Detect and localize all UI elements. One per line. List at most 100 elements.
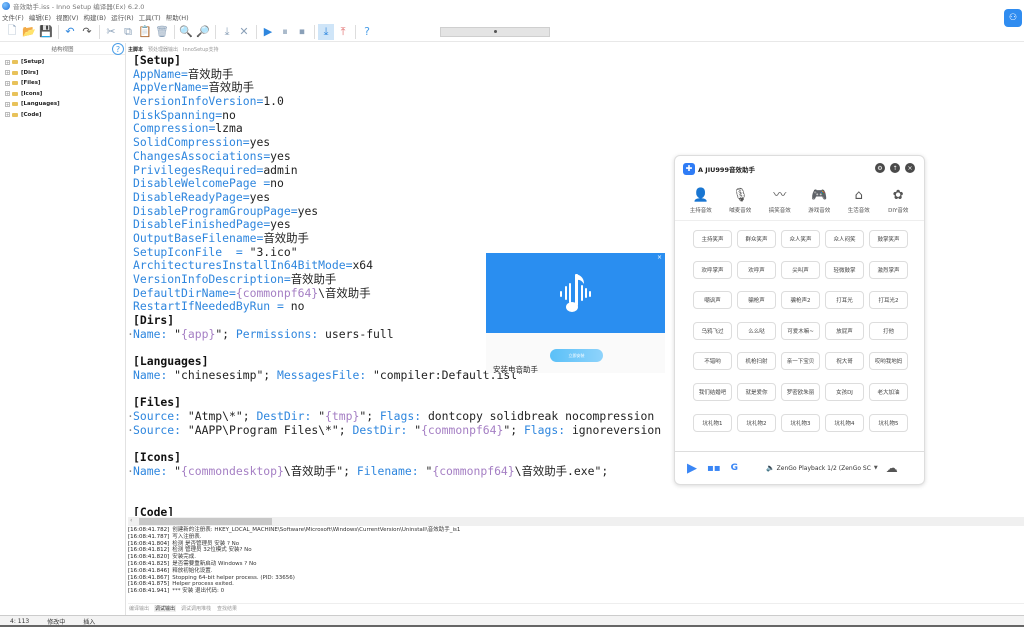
apps-grid-icon[interactable]: ▪▪ [707,463,721,474]
sound-effect-button[interactable]: 欢呼掌声 [693,260,732,279]
code-line[interactable]: VersionInfoVersion=1.0 [128,94,1024,109]
sound-effect-button[interactable]: 祝大哥 [825,352,864,371]
paste-button[interactable]: 📋 [137,24,153,40]
delete-button[interactable]: 🗑 [154,24,170,40]
tab-compile-output[interactable]: 编译输出 [128,605,150,612]
menu-file[interactable]: 文件(F) [2,12,24,22]
tree-item-languages[interactable]: + [Languages] [0,99,125,110]
sound-effect-button[interactable]: 打耳光2 [869,291,908,310]
sound-effect-button[interactable]: 我们结婚吧 [693,382,732,401]
sound-effect-button[interactable]: 坑礼物1 [693,413,732,432]
replace-button[interactable]: 🔎 [195,24,211,40]
cloud-icon[interactable]: ☁ [886,461,898,475]
tab-debug-output[interactable]: 调试输出 [154,605,177,612]
sound-effect-button[interactable]: 哎哟我地妈 [869,352,908,371]
stop-button[interactable]: ⏹ [294,24,310,40]
sound-effect-button[interactable]: 么么哒 [737,321,776,340]
sound-effect-button[interactable]: 坑礼物2 [737,413,776,432]
target-upload-button[interactable]: ⤒ [335,24,351,40]
help-button[interactable]: ? [359,24,375,40]
install-now-button[interactable]: 立即安装 [550,349,603,362]
code-line[interactable]: Compression=lzma [128,122,1024,136]
category-tab[interactable]: 🎙 喊麦音效 [722,187,758,220]
open-file-button[interactable]: 📂 [21,24,37,40]
sound-effect-button[interactable]: 就是爱你 [737,382,776,401]
sound-effect-button[interactable]: 坑礼物3 [781,413,820,432]
code-line[interactable]: AppName=音效助手 [128,67,1024,82]
expand-icon[interactable]: + [5,80,10,86]
expand-icon[interactable]: + [5,112,10,118]
sound-effect-button[interactable]: 骗枪声 [737,291,776,310]
code-line[interactable]: [Code] [128,505,1024,516]
category-tab[interactable]: 〰搞笑音效 [762,187,798,220]
tab-debug-callstack[interactable]: 调试调用堆栈 [180,605,212,612]
editor-horizontal-scrollbar[interactable]: ‹ [128,517,1024,526]
menu-build[interactable]: 构建(B) [84,12,107,22]
undo-button[interactable]: ↶ [62,24,78,40]
play-icon[interactable]: ▶ [687,461,697,476]
tab-innosetup-support[interactable]: InnoSetup支持 [183,46,218,53]
sound-effect-button[interactable]: 嘲讽声 [693,291,732,310]
expand-icon[interactable]: + [5,59,10,65]
sound-effect-button[interactable]: 女孩DJ [825,382,864,401]
category-tab[interactable]: 👤 主持音效 [683,187,719,220]
category-tab[interactable]: ✿ DIY音效 [880,187,916,220]
sound-effect-button[interactable]: 坑礼物4 [825,413,864,432]
scroll-left-arrow-icon[interactable]: ‹ [130,517,132,524]
tree-item-code[interactable]: + [Code] [0,110,125,121]
sound-effect-button[interactable]: 放屁声 [825,321,864,340]
tray-app-icon[interactable]: ⚇ [1004,9,1022,27]
tree-item-files[interactable]: + [Files] [0,78,125,89]
sound-effect-button[interactable]: 亲一下宝贝 [781,352,820,371]
help-icon[interactable]: ? [112,43,124,55]
find-button[interactable]: 🔍 [178,24,194,40]
tree-item-setup[interactable]: + [Setup] [0,57,125,68]
sound-effect-button[interactable]: 众人笑声 [781,230,820,248]
sound-effect-button[interactable]: 激烈掌声 [869,260,908,279]
menu-help[interactable]: 帮助(H) [166,12,189,22]
sound-effect-button[interactable]: 罗密欧朱丽 [781,382,820,401]
menu-run[interactable]: 运行(R) [111,12,134,22]
sound-effect-button[interactable]: 打他 [869,321,908,340]
sound-effect-button[interactable]: 老大加油 [869,382,908,401]
expand-icon[interactable]: + [5,91,10,97]
scrollbar-thumb[interactable] [139,518,272,525]
run-button[interactable]: ▶ [260,24,276,40]
tab-preprocessor-output[interactable]: 预处理器输出 [148,46,178,53]
g-logo-icon[interactable]: G [731,463,738,473]
category-tab[interactable]: ⌂ 生活音效 [841,187,877,220]
sound-effect-button[interactable]: 群众笑声 [737,230,776,248]
sound-effect-button[interactable]: 乌鸦飞过 [693,321,732,340]
stop-compile-button[interactable]: ✕ [236,24,252,40]
save-button[interactable]: 💾 [38,24,54,40]
close-icon[interactable]: × [657,254,662,261]
sound-effect-button[interactable]: 坑礼物5 [869,413,908,432]
code-line[interactable] [128,492,1024,506]
sound-effect-button[interactable]: 众人闷笑 [825,230,864,248]
copy-button[interactable]: ⧉ [120,24,136,40]
sound-effect-button[interactable]: 欢呼声 [737,260,776,279]
target-download-button[interactable]: ⤓ [318,23,334,40]
redo-button[interactable]: ↷ [79,24,95,40]
close-icon[interactable]: × [905,163,915,173]
sound-effect-button[interactable]: 鼓掌笑声 [869,230,908,248]
code-line[interactable]: DiskSpanning=no [128,108,1024,123]
code-line[interactable]: [Setup] [128,54,1024,68]
category-tab[interactable]: 🎮 游戏音效 [801,187,837,220]
settings-icon[interactable]: ⚙ [875,163,885,173]
tab-find-results[interactable]: 查找结果 [216,605,238,612]
sound-effect-button[interactable]: 不错哟 [693,352,732,371]
compile-button[interactable]: ⤓ [219,24,235,40]
tab-main-script[interactable]: 主脚本 [128,46,143,53]
pin-icon[interactable]: ↑ [890,163,900,173]
code-line[interactable]: AppVerName=音效助手 [128,81,1024,95]
expand-icon[interactable]: + [5,70,10,76]
sound-effect-button[interactable]: 机枪扫射 [737,352,776,371]
menu-view[interactable]: 视图(V) [56,12,79,22]
sound-effect-button[interactable]: 轻微鼓掌 [825,260,864,279]
sound-effect-button[interactable]: 可爱木嘛~ [781,321,820,340]
sound-effect-button[interactable]: 主持笑声 [693,230,732,248]
sound-effect-button[interactable]: 尖叫声 [781,260,820,279]
expand-icon[interactable]: + [5,101,10,107]
menu-tools[interactable]: 工具(T) [139,12,161,22]
